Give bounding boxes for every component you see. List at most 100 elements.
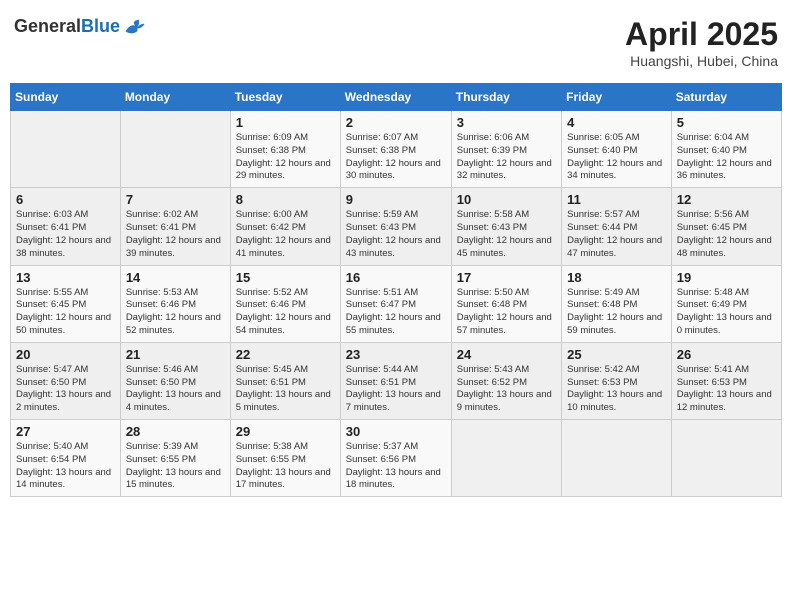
calendar-cell: 22 Sunrise: 5:45 AM Sunset: 6:51 PM Dayli… — [230, 342, 340, 419]
day-number: 20 — [16, 347, 115, 362]
day-number: 24 — [457, 347, 556, 362]
calendar-cell — [671, 420, 781, 497]
title-area: April 2025 Huangshi, Hubei, China — [625, 16, 778, 69]
calendar-cell: 17Sunrise: 5:50 AM Sunset: 6:48 PM Dayli… — [451, 265, 561, 342]
calendar-cell: 25 Sunrise: 5:42 AM Sunset: 6:53 PM Dayli… — [562, 342, 672, 419]
calendar-cell — [11, 111, 121, 188]
calendar-cell — [562, 420, 672, 497]
day-number: 9 — [346, 192, 446, 207]
day-of-week-header: Monday — [120, 84, 230, 111]
day-of-week-header: Sunday — [11, 84, 121, 111]
cell-info: Sunrise: 5:42 AM Sunset: 6:53 PM Dayligh… — [567, 364, 666, 415]
day-number: 10 — [457, 192, 556, 207]
calendar-cell — [120, 111, 230, 188]
day-number: 16 — [346, 270, 446, 285]
day-number: 19 — [677, 270, 776, 285]
cell-info: Sunrise: 6:09 AM Sunset: 6:38 PM Dayligh… — [236, 132, 335, 183]
calendar-cell: 13 Sunrise: 5:55 AM Sunset: 6:45 PM Dayli… — [11, 265, 121, 342]
day-number: 23 — [346, 347, 446, 362]
calendar-week-row: 13 Sunrise: 5:55 AM Sunset: 6:45 PM Dayli… — [11, 265, 782, 342]
cell-info: Sunrise: 5:43 AM Sunset: 6:52 PM Dayligh… — [457, 364, 556, 415]
cell-info: Sunrise: 5:50 AM Sunset: 6:48 PM Dayligh… — [457, 287, 556, 338]
calendar-cell: 14 Sunrise: 5:53 AM Sunset: 6:46 PM Dayli… — [120, 265, 230, 342]
day-number: 7 — [126, 192, 225, 207]
header: GeneralBlue April 2025 Huangshi, Hubei, … — [10, 10, 782, 75]
calendar-cell: 11 Sunrise: 5:57 AM Sunset: 6:44 PM Dayli… — [562, 188, 672, 265]
cell-info: Sunrise: 5:55 AM Sunset: 6:45 PM Dayligh… — [16, 287, 115, 338]
day-number: 25 — [567, 347, 666, 362]
cell-info: Sunrise: 6:05 AM Sunset: 6:40 PM Dayligh… — [567, 132, 666, 183]
calendar-week-row: 20Sunrise: 5:47 AM Sunset: 6:50 PM Dayli… — [11, 342, 782, 419]
calendar-cell: 2Sunrise: 6:07 AM Sunset: 6:38 PM Daylig… — [340, 111, 451, 188]
day-number: 13 — [16, 270, 115, 285]
cell-info: Sunrise: 6:07 AM Sunset: 6:38 PM Dayligh… — [346, 132, 446, 183]
cell-info: Sunrise: 5:45 AM Sunset: 6:51 PM Dayligh… — [236, 364, 335, 415]
calendar-table: SundayMondayTuesdayWednesdayThursdayFrid… — [10, 83, 782, 497]
day-of-week-header: Thursday — [451, 84, 561, 111]
day-number: 4 — [567, 115, 666, 130]
cell-info: Sunrise: 5:49 AM Sunset: 6:48 PM Dayligh… — [567, 287, 666, 338]
day-number: 5 — [677, 115, 776, 130]
day-number: 22 — [236, 347, 335, 362]
calendar-cell: 1 Sunrise: 6:09 AM Sunset: 6:38 PM Daylig… — [230, 111, 340, 188]
calendar-cell: 4 Sunrise: 6:05 AM Sunset: 6:40 PM Daylig… — [562, 111, 672, 188]
cell-info: Sunrise: 5:38 AM Sunset: 6:55 PM Dayligh… — [236, 441, 335, 492]
calendar-cell: 20Sunrise: 5:47 AM Sunset: 6:50 PM Dayli… — [11, 342, 121, 419]
calendar-cell: 12 Sunrise: 5:56 AM Sunset: 6:45 PM Dayli… — [671, 188, 781, 265]
day-number: 28 — [126, 424, 225, 439]
cell-info: Sunrise: 5:56 AM Sunset: 6:45 PM Dayligh… — [677, 209, 776, 260]
day-number: 11 — [567, 192, 666, 207]
day-number: 26 — [677, 347, 776, 362]
cell-info: Sunrise: 5:52 AM Sunset: 6:46 PM Dayligh… — [236, 287, 335, 338]
calendar-cell: 3Sunrise: 6:06 AM Sunset: 6:39 PM Daylig… — [451, 111, 561, 188]
calendar-cell: 19 Sunrise: 5:48 AM Sunset: 6:49 PM Dayli… — [671, 265, 781, 342]
calendar-cell: 21 Sunrise: 5:46 AM Sunset: 6:50 PM Dayli… — [120, 342, 230, 419]
calendar-cell: 7 Sunrise: 6:02 AM Sunset: 6:41 PM Daylig… — [120, 188, 230, 265]
calendar-cell: 18Sunrise: 5:49 AM Sunset: 6:48 PM Dayli… — [562, 265, 672, 342]
day-number: 21 — [126, 347, 225, 362]
cell-info: Sunrise: 5:51 AM Sunset: 6:47 PM Dayligh… — [346, 287, 446, 338]
calendar-cell: 5 Sunrise: 6:04 AM Sunset: 6:40 PM Daylig… — [671, 111, 781, 188]
day-number: 12 — [677, 192, 776, 207]
cell-info: Sunrise: 5:39 AM Sunset: 6:55 PM Dayligh… — [126, 441, 225, 492]
day-number: 30 — [346, 424, 446, 439]
calendar-cell: 8Sunrise: 6:00 AM Sunset: 6:42 PM Daylig… — [230, 188, 340, 265]
cell-info: Sunrise: 5:57 AM Sunset: 6:44 PM Dayligh… — [567, 209, 666, 260]
cell-info: Sunrise: 6:04 AM Sunset: 6:40 PM Dayligh… — [677, 132, 776, 183]
month-title: April 2025 — [625, 16, 778, 53]
day-number: 1 — [236, 115, 335, 130]
calendar-cell: 28 Sunrise: 5:39 AM Sunset: 6:55 PM Dayli… — [120, 420, 230, 497]
calendar-cell: 27Sunrise: 5:40 AM Sunset: 6:54 PM Dayli… — [11, 420, 121, 497]
calendar-cell: 6Sunrise: 6:03 AM Sunset: 6:41 PM Daylig… — [11, 188, 121, 265]
day-of-week-header: Saturday — [671, 84, 781, 111]
calendar-cell — [451, 420, 561, 497]
calendar-week-row: 27Sunrise: 5:40 AM Sunset: 6:54 PM Dayli… — [11, 420, 782, 497]
calendar-cell: 23 Sunrise: 5:44 AM Sunset: 6:51 PM Dayli… — [340, 342, 451, 419]
calendar-cell: 29 Sunrise: 5:38 AM Sunset: 6:55 PM Dayli… — [230, 420, 340, 497]
logo: GeneralBlue — [14, 16, 146, 37]
cell-info: Sunrise: 6:02 AM Sunset: 6:41 PM Dayligh… — [126, 209, 225, 260]
cell-info: Sunrise: 5:46 AM Sunset: 6:50 PM Dayligh… — [126, 364, 225, 415]
calendar-cell: 24 Sunrise: 5:43 AM Sunset: 6:52 PM Dayli… — [451, 342, 561, 419]
cell-info: Sunrise: 5:41 AM Sunset: 6:53 PM Dayligh… — [677, 364, 776, 415]
day-number: 15 — [236, 270, 335, 285]
calendar-cell: 9Sunrise: 5:59 AM Sunset: 6:43 PM Daylig… — [340, 188, 451, 265]
calendar-week-row: 1 Sunrise: 6:09 AM Sunset: 6:38 PM Daylig… — [11, 111, 782, 188]
calendar-cell: 16 Sunrise: 5:51 AM Sunset: 6:47 PM Dayli… — [340, 265, 451, 342]
calendar-cell: 15 Sunrise: 5:52 AM Sunset: 6:46 PM Dayli… — [230, 265, 340, 342]
day-of-week-header: Wednesday — [340, 84, 451, 111]
logo-bird-icon — [124, 18, 146, 36]
day-number: 8 — [236, 192, 335, 207]
logo-blue: Blue — [81, 16, 120, 36]
day-of-week-header: Friday — [562, 84, 672, 111]
day-number: 6 — [16, 192, 115, 207]
day-number: 14 — [126, 270, 225, 285]
cell-info: Sunrise: 5:44 AM Sunset: 6:51 PM Dayligh… — [346, 364, 446, 415]
calendar-week-row: 6Sunrise: 6:03 AM Sunset: 6:41 PM Daylig… — [11, 188, 782, 265]
cell-info: Sunrise: 5:53 AM Sunset: 6:46 PM Dayligh… — [126, 287, 225, 338]
cell-info: Sunrise: 5:48 AM Sunset: 6:49 PM Dayligh… — [677, 287, 776, 338]
calendar-cell: 10Sunrise: 5:58 AM Sunset: 6:43 PM Dayli… — [451, 188, 561, 265]
day-number: 29 — [236, 424, 335, 439]
location-subtitle: Huangshi, Hubei, China — [625, 53, 778, 69]
cell-info: Sunrise: 5:40 AM Sunset: 6:54 PM Dayligh… — [16, 441, 115, 492]
